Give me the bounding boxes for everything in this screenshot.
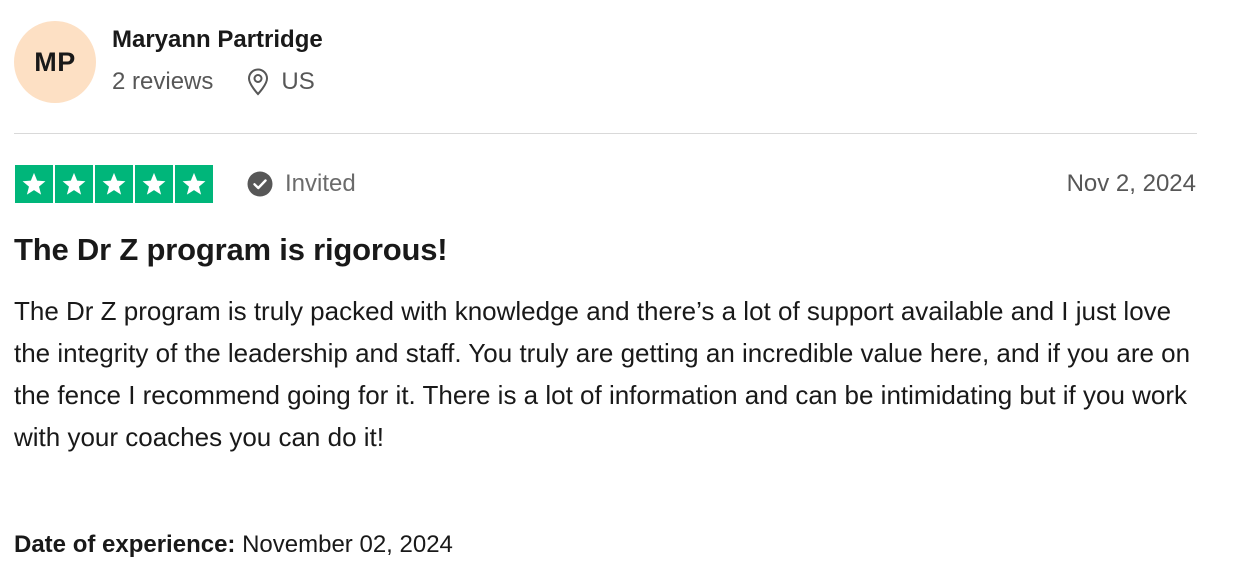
reviewer-country: US bbox=[281, 68, 315, 95]
avatar-initials: MP bbox=[34, 46, 76, 77]
star-icon bbox=[15, 165, 53, 203]
review-card: MP Maryann Partridge 2 reviews US Invite… bbox=[14, 0, 1197, 577]
divider bbox=[14, 133, 1197, 134]
review-title[interactable]: The Dr Z program is rigorous! bbox=[14, 232, 448, 268]
location-pin-icon bbox=[245, 68, 271, 96]
avatar[interactable]: MP bbox=[14, 21, 96, 103]
reviews-count: 2 reviews bbox=[112, 68, 214, 95]
experience-label: Date of experience: bbox=[14, 531, 236, 558]
check-circle-icon bbox=[247, 171, 273, 197]
invited-badge[interactable]: Invited bbox=[247, 169, 356, 199]
invited-label: Invited bbox=[285, 170, 356, 197]
reviewer-meta: 2 reviews US bbox=[112, 66, 315, 98]
star-rating bbox=[15, 165, 213, 203]
date-of-experience: Date of experience: November 02, 2024 bbox=[14, 531, 453, 559]
reviewer-name[interactable]: Maryann Partridge bbox=[112, 26, 323, 54]
review-date: Nov 2, 2024 bbox=[1066, 170, 1196, 197]
review-text: The Dr Z program is truly packed with kn… bbox=[14, 296, 1191, 452]
star-icon bbox=[175, 165, 213, 203]
star-icon bbox=[135, 165, 173, 203]
star-icon bbox=[95, 165, 133, 203]
experience-date: November 02, 2024 bbox=[242, 531, 453, 558]
star-icon bbox=[55, 165, 93, 203]
